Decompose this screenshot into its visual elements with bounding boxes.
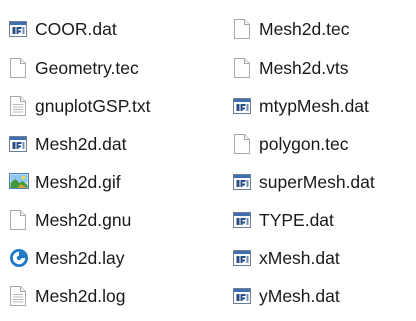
file-item[interactable]: Mesh2d.gnu: [8, 203, 208, 237]
tecplot-layout-icon: [8, 247, 28, 269]
file-item[interactable]: Mesh2d.log: [8, 279, 208, 313]
file-item[interactable]: polygon.tec: [232, 127, 416, 161]
file-item[interactable]: Mesh2d.lay: [8, 241, 208, 275]
dat-file-icon: [232, 95, 252, 117]
blank-file-icon: [232, 18, 252, 40]
blank-file-icon: [232, 57, 252, 79]
dat-file-icon: [232, 209, 252, 231]
file-item[interactable]: Mesh2d.vts: [232, 51, 416, 85]
file-item[interactable]: mtypMesh.dat: [232, 89, 416, 123]
file-item[interactable]: gnuplotGSP.txt: [8, 89, 208, 123]
file-name: Mesh2d.gnu: [35, 210, 132, 230]
text-file-icon: [8, 285, 28, 307]
file-item[interactable]: Mesh2d.tec: [232, 12, 416, 46]
file-name: xMesh.dat: [259, 248, 340, 268]
file-name: yMesh.dat: [259, 286, 340, 306]
blank-file-icon: [8, 57, 28, 79]
file-name: mtypMesh.dat: [259, 96, 369, 116]
dat-file-icon: [232, 285, 252, 307]
dat-file-icon: [8, 133, 28, 155]
file-name: TYPE.dat: [259, 210, 334, 230]
file-item[interactable]: Mesh2d.dat: [8, 127, 208, 161]
file-item[interactable]: superMesh.dat: [232, 165, 416, 199]
file-item[interactable]: yMesh.dat: [232, 279, 416, 313]
image-file-icon: [8, 171, 29, 193]
dat-file-icon: [232, 171, 252, 193]
dat-file-icon: [232, 247, 252, 269]
file-name: Mesh2d.tec: [259, 19, 350, 39]
file-name: Mesh2d.lay: [35, 248, 125, 268]
file-name: Mesh2d.vts: [259, 58, 349, 78]
file-item[interactable]: Geometry.tec: [8, 51, 208, 85]
file-name: Mesh2d.log: [35, 286, 126, 306]
file-name: superMesh.dat: [259, 172, 375, 192]
file-item[interactable]: Mesh2d.gif: [8, 165, 208, 199]
file-name: Mesh2d.gif: [35, 172, 121, 192]
file-name: Geometry.tec: [35, 58, 139, 78]
file-item[interactable]: xMesh.dat: [232, 241, 416, 275]
file-name: Mesh2d.dat: [35, 134, 127, 154]
file-item[interactable]: COOR.dat: [8, 12, 208, 46]
file-item[interactable]: TYPE.dat: [232, 203, 416, 237]
file-name: COOR.dat: [35, 19, 117, 39]
file-name: gnuplotGSP.txt: [35, 96, 151, 116]
dat-file-icon: [8, 18, 28, 40]
file-name: polygon.tec: [259, 134, 349, 154]
blank-file-icon: [232, 133, 252, 155]
text-file-icon: [8, 95, 28, 117]
blank-file-icon: [8, 209, 28, 231]
file-list: COOR.dat Geometry.tec gnuplotGSP.txt Mes…: [0, 0, 416, 321]
